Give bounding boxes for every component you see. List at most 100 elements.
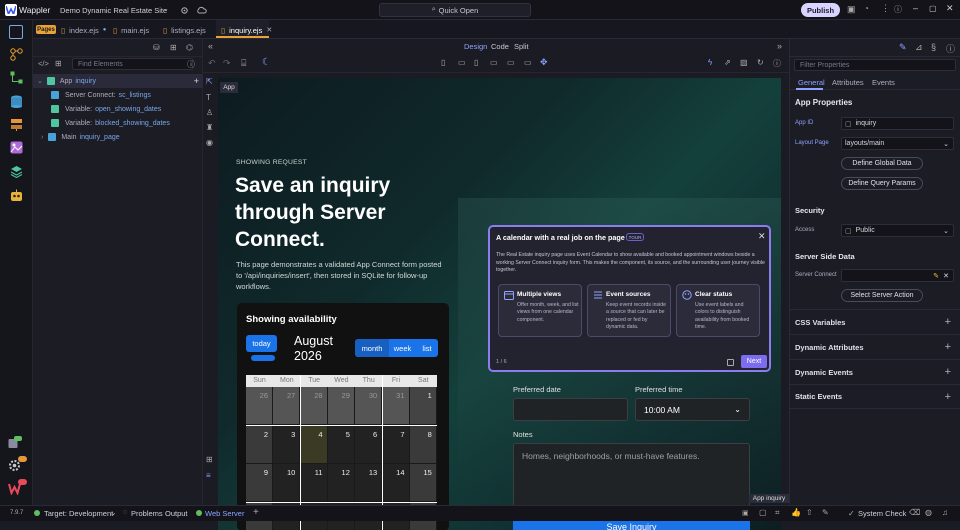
static-events-section[interactable]: Static Events+ xyxy=(790,384,960,409)
tab-inquiry[interactable]: ▯inquiry.ejs✕ xyxy=(221,23,272,37)
laptop-icon[interactable]: ▭ xyxy=(490,58,498,67)
drop-icon[interactable]: ◔ xyxy=(864,4,869,13)
output-button[interactable]: Output xyxy=(165,509,188,518)
tag-icon[interactable]: ⊿ xyxy=(915,42,923,53)
image-icon[interactable]: ▨ xyxy=(740,58,748,67)
eraser-icon[interactable]: ⌫ xyxy=(909,508,920,517)
feedback-icon[interactable]: ✎ xyxy=(822,508,829,517)
add-icon[interactable]: + xyxy=(253,507,259,518)
globe-icon[interactable]: ◍ xyxy=(925,508,932,517)
layout-page-select[interactable]: layouts/main⌄ xyxy=(841,137,954,150)
calendar-day-cell[interactable]: 2 xyxy=(246,426,273,464)
add-icon[interactable]: + xyxy=(945,316,951,328)
calendar-day-cell[interactable]: 6 xyxy=(355,426,382,464)
select-server-action-button[interactable]: Select Server Action xyxy=(841,289,923,302)
server-connect-input[interactable]: ✎✕ xyxy=(841,269,954,282)
chevron-right-icon[interactable]: › xyxy=(41,134,43,141)
refresh-icon[interactable]: ↻ xyxy=(757,58,764,67)
calendar-day-cell[interactable]: 9 xyxy=(246,464,273,502)
panel-icon[interactable]: ▢ xyxy=(759,508,767,517)
filter-properties-input[interactable]: Filter Properties xyxy=(794,59,956,71)
help-icon[interactable]: ⓘ xyxy=(187,59,195,70)
tree-item-app[interactable]: ⌄ App inquiry + xyxy=(33,74,203,88)
large-desktop-icon[interactable]: ▭ xyxy=(524,58,532,67)
view-month-button[interactable]: month xyxy=(355,339,389,357)
close-icon[interactable]: ✕ xyxy=(946,3,954,14)
calendar-day-cell[interactable]: 4 xyxy=(301,426,328,464)
problems-button[interactable]: Problems xyxy=(131,509,163,518)
share-icon[interactable]: ⇗ xyxy=(724,58,731,67)
tree-item-variable-open[interactable]: Variable: open_showing_dates xyxy=(33,102,203,116)
extensions-icon[interactable] xyxy=(8,436,22,449)
dont-show-checkbox[interactable] xyxy=(727,359,734,366)
code-icon[interactable]: </> xyxy=(38,59,49,68)
bell-icon[interactable]: ♫ xyxy=(942,508,948,517)
tab-index[interactable]: ▯index.ejs● xyxy=(61,23,106,37)
add-icon[interactable]: + xyxy=(945,366,951,378)
tab-events[interactable]: Events xyxy=(872,78,895,87)
help-icon[interactable]: ⓘ xyxy=(894,4,902,15)
tab-attributes[interactable]: Attributes xyxy=(832,78,864,87)
tablet-icon[interactable]: ▯ xyxy=(474,58,478,67)
component-icon[interactable]: ⊞ xyxy=(170,43,177,52)
tab-general[interactable]: General xyxy=(798,78,825,87)
maximize-icon[interactable]: ▢ xyxy=(929,4,937,13)
close-tab-icon[interactable]: ✕ xyxy=(266,26,272,34)
page-canvas[interactable]: App SHOWING REQUEST Save an inquiry thro… xyxy=(218,78,781,530)
design-tab[interactable]: Design xyxy=(464,42,487,51)
gear-icon[interactable] xyxy=(179,5,189,15)
access-select[interactable]: ▢Public⌄ xyxy=(841,224,954,237)
chevron-down-icon[interactable]: ⌄ xyxy=(37,77,43,85)
layers-icon[interactable] xyxy=(10,165,23,178)
calendar-day-cell[interactable]: 3 xyxy=(273,426,300,464)
text-icon[interactable]: T xyxy=(206,93,211,102)
grid-icon[interactable]: ⊞ xyxy=(206,455,213,464)
calendar-day-cell[interactable]: 11 xyxy=(301,464,328,502)
assets-icon[interactable] xyxy=(10,141,23,154)
minimize-icon[interactable]: – xyxy=(913,3,918,13)
calendar-day-cell[interactable]: 7 xyxy=(383,426,410,464)
find-elements-input[interactable]: Find Elements xyxy=(72,58,193,70)
tab-main[interactable]: ▯main.ejs xyxy=(113,23,149,37)
collapse-right-icon[interactable]: » xyxy=(777,41,782,51)
database-icon[interactable] xyxy=(10,95,23,108)
add-icon[interactable]: + xyxy=(945,391,951,403)
calendar-day-cell[interactable]: 14 xyxy=(383,464,410,502)
app-id-input[interactable]: ▢inquiry xyxy=(841,117,954,130)
preferred-time-select[interactable]: 10:00 AM⌄ xyxy=(635,398,750,421)
app-structure-icon[interactable] xyxy=(10,48,23,61)
moon-icon[interactable]: ☾ xyxy=(262,57,271,68)
add-icon[interactable]: + xyxy=(194,76,199,86)
database-small-icon[interactable]: ⛁ xyxy=(153,43,160,52)
system-check-button[interactable]: System Check xyxy=(858,509,906,518)
define-query-params-button[interactable]: Define Query Params xyxy=(841,177,923,190)
collapse-left-icon[interactable]: « xyxy=(208,41,213,51)
components-icon[interactable]: ⊞ xyxy=(55,59,62,68)
dynamic-events-section[interactable]: Dynamic Events+ xyxy=(790,359,960,384)
define-global-data-button[interactable]: Define Global Data xyxy=(841,157,923,170)
terminal-icon[interactable]: ▣ xyxy=(742,509,749,517)
prev-next-button[interactable] xyxy=(251,355,275,361)
preferred-date-input[interactable] xyxy=(513,398,628,421)
chevron-down-icon[interactable]: ⌄ xyxy=(163,5,169,13)
calendar-day-cell[interactable]: 13 xyxy=(355,464,382,502)
flash-icon[interactable]: ϟ xyxy=(708,58,712,67)
phone-landscape-icon[interactable]: ▭ xyxy=(458,58,466,67)
code-tab[interactable]: Code xyxy=(491,42,509,51)
select-icon[interactable]: ⇱ xyxy=(206,77,213,86)
tab-listings[interactable]: ▯listings.ejs xyxy=(163,23,206,37)
redo-icon[interactable]: ↷ xyxy=(223,58,231,69)
fit-icon[interactable]: ✥ xyxy=(540,57,548,68)
css-variables-section[interactable]: CSS Variables+ xyxy=(790,309,960,334)
dynamic-attributes-section[interactable]: Dynamic Attributes+ xyxy=(790,334,960,359)
more-vertical-icon[interactable]: ⋮ xyxy=(881,3,890,14)
web-server-button[interactable]: Web Server xyxy=(205,509,244,518)
hierarchy-icon[interactable]: ⌬ xyxy=(186,43,193,52)
calendar-day-cell[interactable]: 5 xyxy=(328,426,355,464)
calendar-day-cell[interactable]: 28 xyxy=(301,387,328,425)
cloud-icon[interactable] xyxy=(196,5,207,15)
add-icon[interactable]: + xyxy=(945,341,951,353)
split-tab[interactable]: Split xyxy=(514,42,529,51)
workflow-icon[interactable] xyxy=(10,71,23,84)
user-icon[interactable]: ♙ xyxy=(206,108,213,117)
